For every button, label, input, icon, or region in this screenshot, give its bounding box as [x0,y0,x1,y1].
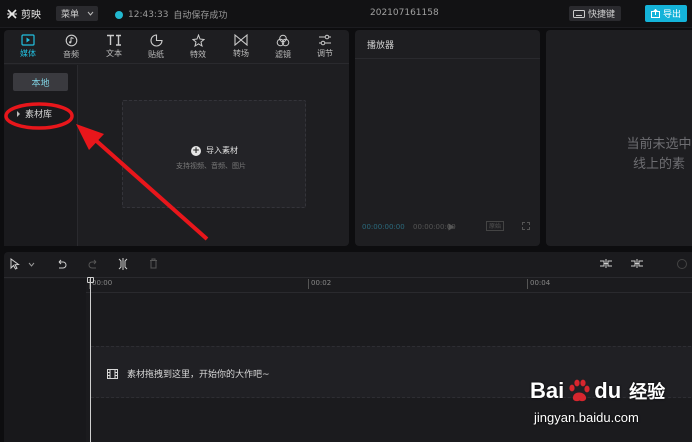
undo-icon[interactable] [56,258,67,269]
tab-transition[interactable]: 转场 [224,32,258,62]
magnet-snap-icon[interactable] [599,258,613,269]
settings-icon[interactable] [676,258,688,270]
sidebar-item-library[interactable]: 素材库 [17,107,52,120]
sticker-icon [149,34,163,47]
tab-sticker-label: 贴纸 [148,50,164,59]
app-logo: 剪映 [6,6,41,21]
tab-text-label: 文本 [106,49,122,58]
chevron-down-icon[interactable] [28,262,35,267]
timeline-toolbar [4,252,692,278]
ruler-label: 00:04 [530,279,551,287]
tab-audio[interactable]: 音频 [54,32,88,62]
tab-sticker[interactable]: 贴纸 [139,32,173,62]
ruler-label: 00:00 [92,279,113,287]
baidu-brand: Bai du 经验 [530,378,665,404]
redo-icon [88,259,97,269]
sidebar-item-library-label: 素材库 [25,110,53,120]
tab-adjust[interactable]: 调节 [308,32,342,62]
export-icon [650,9,660,18]
properties-empty-line2: 线上的素 [632,157,685,172]
baidu-watermark: Bai du 经验 jingyan.baidu.com [530,378,690,440]
chevron-down-icon [87,11,94,16]
tab-filter[interactable]: 滤镜 [266,32,300,62]
player-controls: 00:00:00:00 00:00:00:00 原始 [362,221,534,232]
delete-icon [150,258,157,269]
import-drop-zone[interactable]: + 导入素材 支持视频、音频、图片 [122,100,306,208]
track-drop-hint: 素材拖拽到这里，开始你的大作吧~ [107,367,270,380]
expand-triangle-icon [17,110,20,117]
project-name[interactable]: 202107161158 [370,8,439,18]
keyboard-icon [573,9,585,18]
jianying-logo-icon [7,8,17,19]
properties-empty-text: 当前未选中 线上的素 [614,135,692,175]
ruler-label: 00:02 [311,279,332,287]
app-name: 剪映 [21,10,41,21]
plus-icon: + [191,145,201,156]
menu-label: 菜单 [61,10,80,20]
media-toolbar: 媒体 音频 文本 贴纸 特效 转场 滤镜 调节 [4,30,349,64]
media-icon [21,34,35,46]
track-drop-hint-text: 素材拖拽到这里，开始你的大作吧~ [127,370,270,380]
shortcut-label: 快捷键 [588,10,616,20]
save-text: 自动保存成功 [173,11,228,21]
link-tracks-icon[interactable] [630,258,644,269]
export-label: 导出 [662,10,681,20]
media-panel: 媒体 音频 文本 贴纸 特效 转场 滤镜 调节 本地 素材库 + 导入素材 支持… [4,30,349,246]
timeline-ruler[interactable]: 00:00 00:02 00:04 [86,279,692,293]
player-panel: 播放器 00:00:00:00 00:00:00:00 原始 [355,30,540,246]
save-time: 12:43:33 [128,9,169,20]
baidu-product: 经验 [629,382,666,403]
save-status-icon [115,10,123,19]
tab-media-label: 媒体 [20,49,36,58]
ruler-tick [527,279,528,289]
shortcut-button[interactable]: 快捷键 [569,6,621,21]
import-hint: 支持视频、音频、图片 [176,162,246,170]
baidu-paw-icon [569,379,590,402]
properties-panel: 当前未选中 线上的素 [546,30,692,246]
tab-audio-label: 音频 [63,50,79,59]
baidu-brand-right: du [594,378,622,403]
tab-transition-label: 转场 [233,49,249,58]
properties-empty-line1: 当前未选中 [626,137,692,152]
import-button[interactable]: + 导入素材 [191,145,238,156]
tab-filter-label: 滤镜 [275,50,291,59]
media-sidebar: 本地 素材库 [4,65,78,246]
audio-icon [65,34,77,47]
text-icon [107,34,121,46]
export-button[interactable]: 导出 [645,5,687,22]
effects-icon [191,34,205,47]
tab-text[interactable]: 文本 [97,32,131,62]
player-time-current: 00:00:00:00 [362,223,405,231]
ratio-button[interactable]: 原始 [486,221,505,231]
split-icon[interactable] [118,258,128,270]
tab-effects[interactable]: 特效 [181,32,215,62]
ruler-tick [308,279,309,289]
tab-adjust-label: 调节 [317,49,333,58]
track-headers [4,279,86,442]
transition-icon [234,34,248,46]
play-icon[interactable] [448,223,455,231]
select-cursor-icon[interactable] [10,258,20,270]
adjust-icon [319,34,331,46]
baidu-url: jingyan.baidu.com [534,410,639,425]
player-header-divider [355,58,540,59]
player-title: 播放器 [367,41,395,51]
baidu-brand-left: Bai [530,378,565,403]
filter-icon [276,34,290,47]
title-bar: 剪映 菜单 12:43:33 自动保存成功 202107161158 快捷键 导… [0,0,692,28]
import-label: 导入素材 [206,146,238,155]
tab-media[interactable]: 媒体 [11,32,45,62]
fullscreen-icon[interactable] [522,222,530,230]
tab-effects-label: 特效 [190,50,206,59]
menu-button[interactable]: 菜单 [56,6,98,21]
film-icon [107,368,118,379]
sidebar-item-local[interactable]: 本地 [13,73,68,91]
save-status: 12:43:33 自动保存成功 [115,8,227,21]
